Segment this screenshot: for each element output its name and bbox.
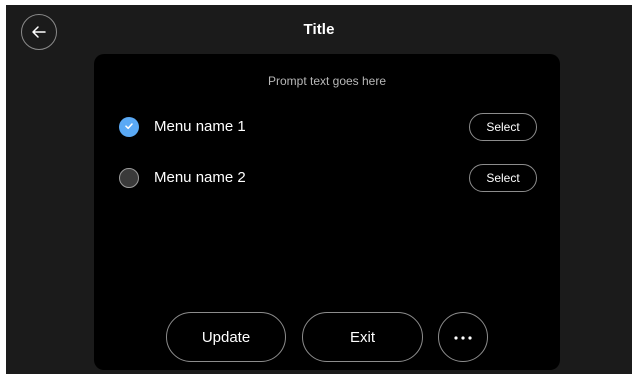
menu-item-radio-checked[interactable] (119, 117, 139, 137)
select-button[interactable]: Select (469, 164, 537, 192)
update-button[interactable]: Update (166, 312, 286, 362)
menu-panel: Prompt text goes here Menu name 1 Select… (94, 54, 560, 370)
checkmark-icon (124, 118, 134, 136)
screen: Title Prompt text goes here Menu name 1 … (6, 5, 632, 374)
menu-item-label: Menu name 2 (154, 169, 246, 186)
page-title: Title (303, 21, 335, 38)
menu-item-radio-unchecked[interactable] (119, 168, 139, 188)
menu-item: Menu name 1 Select (94, 111, 560, 143)
select-button[interactable]: Select (469, 113, 537, 141)
menu-item-label: Menu name 1 (154, 118, 246, 135)
menu-item: Menu name 2 Select (94, 162, 560, 194)
prompt-text: Prompt text goes here (267, 74, 387, 88)
more-button[interactable] (438, 312, 488, 362)
more-horizontal-icon (453, 328, 473, 346)
exit-button[interactable]: Exit (302, 312, 423, 362)
